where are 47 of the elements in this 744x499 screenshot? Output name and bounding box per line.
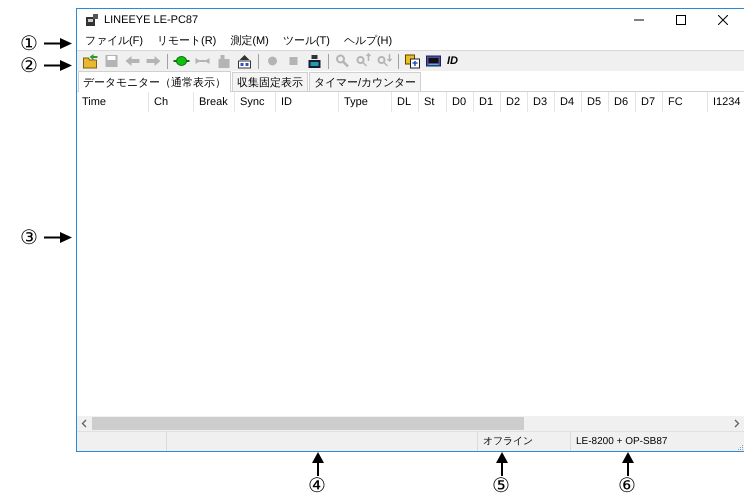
callout-arrow	[622, 452, 634, 476]
tab[interactable]: データモニター（通常表示）	[78, 71, 231, 92]
column-header[interactable]: Break	[194, 92, 235, 112]
callout-number: ③	[20, 227, 38, 247]
tab[interactable]: 収集固定表示	[232, 72, 308, 91]
menu-item[interactable]: リモート(R)	[151, 33, 222, 48]
column-header[interactable]: Sync	[235, 92, 276, 112]
column-header[interactable]: Type	[339, 92, 392, 112]
callout-arrow	[496, 452, 508, 476]
callout-number: ⑤	[492, 475, 510, 495]
callout-number: ①	[20, 33, 38, 53]
column-header[interactable]: Time	[77, 92, 149, 112]
callout-arrow	[44, 232, 72, 243]
column-header[interactable]: D6	[609, 92, 636, 112]
callout-arrow	[44, 38, 72, 49]
menu-item[interactable]: ツール(T)	[276, 33, 336, 48]
toolbar-button[interactable]: ID	[444, 55, 461, 67]
column-header[interactable]: I1234	[708, 92, 744, 112]
column-header[interactable]: D4	[555, 92, 582, 112]
column-header[interactable]: ID	[276, 92, 339, 112]
app-icon	[86, 14, 98, 26]
callout-number: ②	[20, 55, 38, 75]
device-name: LE-8200 + OP-SB87	[575, 435, 668, 449]
horizontal-scrollbar[interactable]	[77, 416, 744, 431]
column-header[interactable]: D7	[636, 92, 663, 112]
close-icon	[718, 15, 728, 25]
window-title: LINEEYE LE-PC87	[104, 14, 200, 26]
column-header[interactable]: D2	[501, 92, 528, 112]
callout-arrow	[44, 60, 72, 71]
menu-item[interactable]: 測定(M)	[224, 33, 275, 48]
column-header[interactable]: Ch	[149, 92, 194, 112]
scrollbar-thumb[interactable]	[92, 417, 524, 430]
maximize-icon	[676, 15, 686, 25]
menu-item[interactable]: ファイル(F)	[79, 33, 150, 48]
column-header[interactable]: FC	[663, 92, 708, 112]
column-header[interactable]: D0	[447, 92, 474, 112]
callout-arrow	[312, 452, 324, 476]
callout-number: ④	[308, 475, 326, 495]
column-header[interactable]: D3	[528, 92, 555, 112]
column-header[interactable]: D1	[474, 92, 501, 112]
tab[interactable]: タイマー/カウンター	[309, 72, 422, 91]
column-header[interactable]: D5	[582, 92, 609, 112]
column-header[interactable]: DL	[392, 92, 419, 112]
callout-number: ⑥	[618, 475, 636, 495]
connection-status: オフライン	[478, 432, 571, 451]
column-header[interactable]: St	[419, 92, 447, 112]
menu-item[interactable]: ヘルプ(H)	[338, 33, 398, 48]
